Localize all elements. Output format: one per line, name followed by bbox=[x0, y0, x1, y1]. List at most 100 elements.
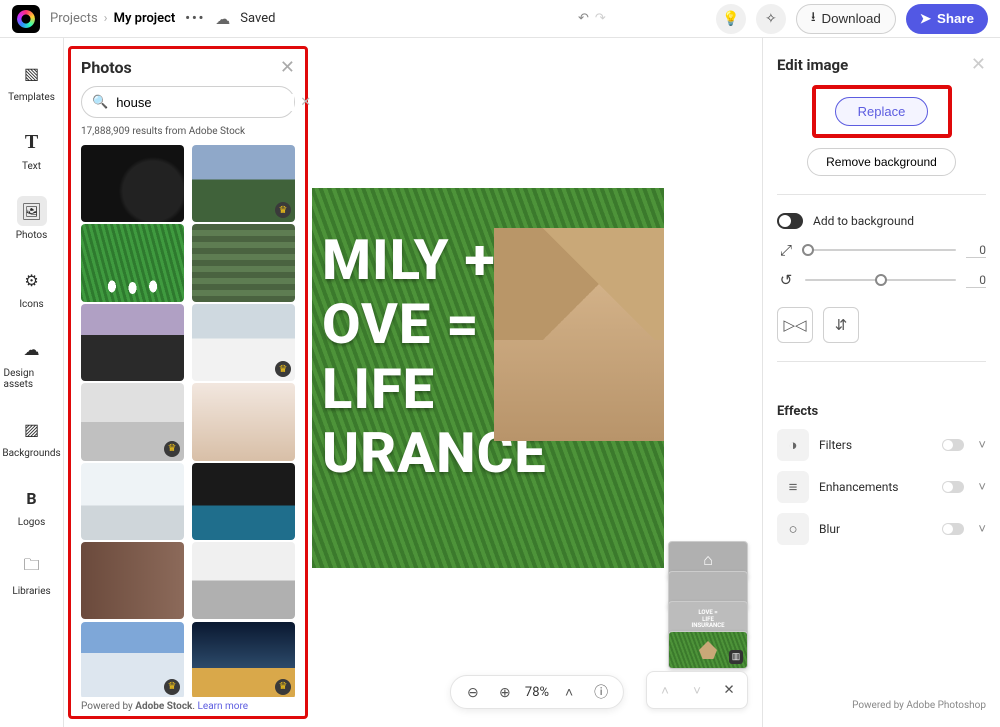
toggle-icon bbox=[777, 213, 803, 229]
effects-title: Effects bbox=[777, 404, 986, 419]
inspiration-button[interactable]: 💡 bbox=[716, 4, 746, 34]
photo-thumb[interactable] bbox=[192, 542, 295, 619]
clear-search-icon[interactable]: ✕ bbox=[300, 95, 311, 110]
rail-logos[interactable]: B Logos bbox=[4, 477, 60, 534]
effect-toggle[interactable] bbox=[942, 481, 964, 493]
logos-icon: B bbox=[17, 483, 47, 513]
effect-row-enhancements[interactable]: ≡ Enhancements ˅ bbox=[777, 471, 986, 503]
photos-grid: ♛ ♛ ♛ ♛ ♛ bbox=[81, 145, 295, 697]
zoom-in-button[interactable]: ⊕ bbox=[493, 680, 517, 704]
toggle-label: Add to background bbox=[813, 214, 914, 228]
photo-thumb[interactable]: ♛ bbox=[81, 383, 184, 460]
photo-thumb[interactable]: ♛ bbox=[81, 622, 184, 697]
app-logo[interactable] bbox=[12, 5, 40, 33]
zoom-in-icon: ⊕ bbox=[499, 684, 511, 701]
page-down-button[interactable]: ˅ bbox=[683, 676, 711, 704]
photos-icon: 🖼 bbox=[17, 196, 47, 226]
photo-thumb[interactable] bbox=[81, 542, 184, 619]
rail-label: Photos bbox=[16, 230, 48, 241]
zoom-level: 78% bbox=[525, 685, 549, 700]
chevron-down-icon: ˅ bbox=[693, 683, 701, 698]
rail-label: Backgrounds bbox=[2, 448, 60, 459]
photo-thumb[interactable] bbox=[81, 463, 184, 540]
effect-toggle[interactable] bbox=[942, 523, 964, 535]
sparkle-icon: ✧ bbox=[765, 10, 777, 27]
rotate-slider[interactable]: ↺ 0 bbox=[777, 271, 986, 289]
photo-thumb[interactable] bbox=[192, 383, 295, 460]
replace-button[interactable]: Replace bbox=[835, 97, 929, 126]
rail-design-assets[interactable]: ☁ Design assets bbox=[4, 328, 60, 396]
artboard[interactable]: MILY + OVE = LIFE URANCE N bbox=[312, 188, 664, 568]
search-input[interactable] bbox=[114, 94, 294, 111]
panel-footer: Powered by Adobe Photoshop bbox=[777, 690, 986, 711]
effect-toggle[interactable] bbox=[942, 439, 964, 451]
photos-panel: Photos ✕ 🔍 ✕ 17,888,909 results from Ado… bbox=[68, 46, 308, 719]
rail-libraries[interactable]: 🗀 Libraries bbox=[4, 546, 60, 603]
canvas[interactable]: MILY + OVE = LIFE URANCE N ⌂ LOVE = LIFE… bbox=[312, 38, 762, 727]
remove-background-button[interactable]: Remove background bbox=[807, 148, 956, 176]
search-icon: 🔍 bbox=[92, 95, 108, 110]
chevron-down-icon[interactable]: ˅ bbox=[978, 437, 986, 453]
chevron-down-icon[interactable]: ˅ bbox=[978, 521, 986, 537]
replace-highlight: Replace bbox=[812, 85, 952, 138]
zoom-out-icon: ⊖ bbox=[467, 684, 479, 701]
rotate-value: 0 bbox=[966, 273, 986, 288]
page-thumb[interactable]: ▥ bbox=[668, 631, 748, 669]
page-thumbnails: ⌂ LOVE = LIFE INSURANCE ▥ bbox=[668, 549, 748, 669]
premium-icon: ♛ bbox=[164, 441, 180, 457]
add-to-background-toggle[interactable]: Add to background bbox=[777, 213, 986, 229]
download-label: Download bbox=[822, 11, 881, 26]
powered-by: Powered by Adobe Stock. Learn more bbox=[81, 697, 295, 712]
flip-v-icon: ⇵ bbox=[835, 316, 848, 334]
zoom-info-button[interactable]: ⓘ bbox=[589, 680, 613, 704]
panel-title: Edit image bbox=[777, 56, 848, 74]
photo-thumb[interactable]: ♛ bbox=[192, 304, 295, 381]
effect-row-filters[interactable]: ◑ Filters ˅ bbox=[777, 429, 986, 461]
share-button[interactable]: ➤ Share bbox=[906, 4, 988, 34]
download-button[interactable]: ⭳ Download bbox=[796, 4, 896, 34]
page-close-button[interactable]: ✕ bbox=[715, 676, 743, 704]
breadcrumb: Projects › My project bbox=[50, 11, 175, 26]
rail-templates[interactable]: ▧ Templates bbox=[4, 52, 60, 109]
redo-icon[interactable]: ↷ bbox=[595, 11, 606, 26]
info-icon: ⓘ bbox=[594, 682, 608, 702]
zoom-out-button[interactable]: ⊖ bbox=[461, 680, 485, 704]
effect-row-blur[interactable]: ○ Blur ˅ bbox=[777, 513, 986, 545]
filters-icon: ◑ bbox=[777, 429, 809, 461]
close-icon[interactable]: ✕ bbox=[280, 57, 295, 78]
resize-value: 0 bbox=[966, 243, 986, 258]
rail-label: Text bbox=[22, 161, 41, 172]
resize-slider[interactable]: ⤢ 0 bbox=[777, 241, 986, 259]
breadcrumb-root[interactable]: Projects bbox=[50, 11, 98, 26]
rail-label: Design assets bbox=[4, 368, 60, 390]
photo-thumb[interactable]: ♛ bbox=[192, 622, 295, 697]
more-menu-icon[interactable]: ••• bbox=[185, 11, 205, 26]
photo-thumb[interactable]: ♛ bbox=[192, 145, 295, 222]
rail-photos[interactable]: 🖼 Photos bbox=[4, 190, 60, 247]
rail-backgrounds[interactable]: ▨ Backgrounds bbox=[4, 408, 60, 465]
breadcrumb-project[interactable]: My project bbox=[114, 11, 176, 26]
close-icon[interactable]: ✕ bbox=[971, 54, 986, 75]
chevron-up-icon: ˄ bbox=[565, 684, 573, 700]
try-premium-button[interactable]: ✧ bbox=[756, 4, 786, 34]
flip-vertical-button[interactable]: ⇵ bbox=[823, 307, 859, 343]
text-icon: T bbox=[17, 127, 47, 157]
learn-more-link[interactable]: Learn more bbox=[198, 701, 249, 712]
chevron-down-icon[interactable]: ˅ bbox=[978, 479, 986, 495]
premium-icon: ♛ bbox=[275, 361, 291, 377]
photo-thumb[interactable] bbox=[81, 224, 184, 301]
rail-text[interactable]: T Text bbox=[4, 121, 60, 178]
rail-icons[interactable]: ⚙ Icons bbox=[4, 259, 60, 316]
artboard-text[interactable]: MILY + OVE = LIFE URANCE bbox=[322, 228, 547, 486]
zoom-menu-button[interactable]: ˄ bbox=[557, 680, 581, 704]
photo-thumb[interactable] bbox=[192, 224, 295, 301]
photos-title: Photos bbox=[81, 58, 132, 77]
photos-search[interactable]: 🔍 ✕ bbox=[81, 86, 295, 118]
flip-horizontal-button[interactable]: ▷◁ bbox=[777, 307, 813, 343]
page-up-button[interactable]: ˄ bbox=[651, 676, 679, 704]
rail-label: Logos bbox=[18, 517, 46, 528]
photo-thumb[interactable] bbox=[81, 304, 184, 381]
photo-thumb[interactable] bbox=[192, 463, 295, 540]
undo-icon[interactable]: ↶ bbox=[578, 11, 589, 26]
photo-thumb[interactable] bbox=[81, 145, 184, 222]
